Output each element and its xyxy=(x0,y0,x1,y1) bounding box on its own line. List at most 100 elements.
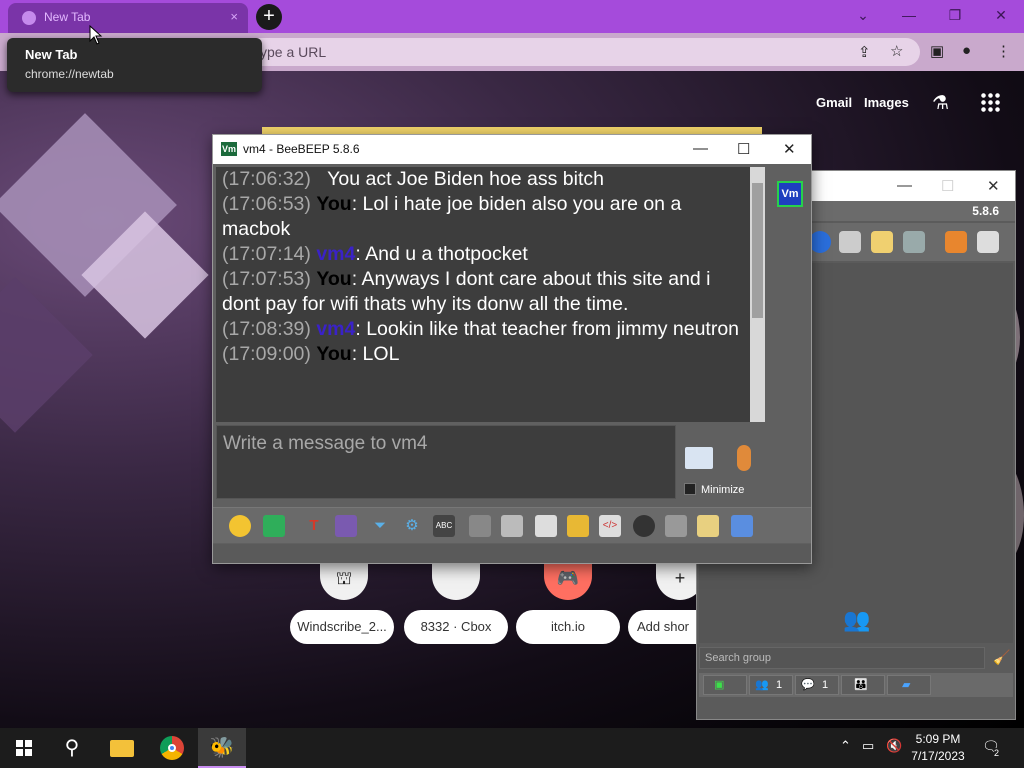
chat-titlebar: Vm vm4 - BeeBEEP 5.8.6 — ☐ ✕ xyxy=(213,135,811,164)
message-input-placeholder: Write a message to vm4 xyxy=(223,433,428,454)
gmail-link[interactable]: Gmail xyxy=(816,95,852,110)
chat-message: (17:09:00) You: LOL xyxy=(222,342,742,367)
minimize-checkbox[interactable] xyxy=(684,483,696,495)
spellcheck-abc-icon[interactable]: ABC xyxy=(433,515,455,537)
scrollbar-thumb[interactable] xyxy=(752,183,763,318)
chrome-taskbar-icon[interactable] xyxy=(148,728,196,768)
message-timestamp: (17:06:53) xyxy=(222,193,311,215)
chat-message: (17:07:14) vm4: And u a thotpocket xyxy=(222,242,742,267)
color-palette-icon[interactable] xyxy=(335,515,357,537)
close-icon[interactable]: ✕ xyxy=(987,177,1000,195)
apps-grid-icon[interactable] xyxy=(980,92,1000,112)
send-file-icon[interactable] xyxy=(535,515,557,537)
network-icon[interactable]: ▭ xyxy=(862,738,874,754)
tab-close-icon[interactable]: × xyxy=(230,9,238,24)
close-window-button[interactable]: ✕ xyxy=(978,0,1024,30)
member-avatar-vm4[interactable]: Vm xyxy=(777,181,803,207)
clear-search-icon[interactable]: 🧹 xyxy=(993,649,1010,666)
beebeep-chat-window: Vm vm4 - BeeBEEP 5.8.6 — ☐ ✕ (17:06:32) … xyxy=(212,134,812,564)
status-tab-groups[interactable]: 👪 xyxy=(841,675,885,695)
settings-gear-icon[interactable] xyxy=(903,231,925,253)
search-group-input[interactable]: Search group xyxy=(699,647,985,669)
message-text: : And u a thotpocket xyxy=(355,243,528,265)
beebeep-app-icon: Vm xyxy=(221,142,237,156)
start-button[interactable] xyxy=(0,728,48,768)
clock-time[interactable]: 5:09 PM xyxy=(908,732,968,746)
status-tab-chats[interactable]: 💬 1 xyxy=(795,675,839,695)
restore-window-button[interactable]: ❐ xyxy=(932,0,978,30)
word-completion-icon[interactable] xyxy=(469,515,491,537)
maximize-icon[interactable]: ☐ xyxy=(941,177,954,195)
beebeep-taskbar-icon[interactable]: 🐝 xyxy=(198,728,246,768)
add-shortcut-button[interactable]: Add shor xyxy=(628,610,698,644)
file-explorer-icon[interactable] xyxy=(98,728,146,768)
message-text: : LOL xyxy=(351,343,400,365)
search-group-placeholder: Search group xyxy=(705,652,772,664)
address-bar[interactable]: ype a URL ⇪ ☆ xyxy=(240,38,920,66)
volume-muted-icon[interactable]: 🔇 xyxy=(886,738,902,754)
search-taskbar-icon[interactable]: ⚲ xyxy=(48,728,96,768)
detach-window-icon[interactable] xyxy=(731,515,753,537)
new-tab-button[interactable]: + xyxy=(256,4,282,30)
chat-scrollbar[interactable] xyxy=(750,167,765,422)
printer-icon[interactable] xyxy=(665,515,687,537)
download-folder-icon[interactable] xyxy=(945,231,967,253)
save-chat-icon[interactable] xyxy=(263,515,285,537)
bookmark-star-icon[interactable]: ☆ xyxy=(890,42,903,60)
compose-icon[interactable] xyxy=(871,231,893,253)
screenshot-camera-icon[interactable] xyxy=(633,515,655,537)
clock-date[interactable]: 7/17/2023 xyxy=(908,749,968,763)
tab-search-button[interactable]: ⌄ xyxy=(840,0,886,30)
show-hidden-icons-chevron-icon[interactable]: ⌃ xyxy=(840,738,851,754)
chat-close-button[interactable]: ✕ xyxy=(783,140,796,158)
notes-icon[interactable] xyxy=(697,515,719,537)
chat-maximize-button[interactable]: ☐ xyxy=(737,140,750,158)
shortcut-windscribe[interactable]: Windscribe_2... xyxy=(290,610,394,644)
chat-statusbar xyxy=(213,544,811,563)
chats-icon: 💬 xyxy=(801,679,815,691)
emoticon-smiley-icon[interactable] xyxy=(229,515,251,537)
send-message-icon[interactable] xyxy=(685,447,713,469)
font-icon[interactable]: T xyxy=(303,515,325,537)
chat-message: (17:08:39) vm4: Lookin like that teacher… xyxy=(222,317,742,342)
minimize-window-button[interactable]: — xyxy=(886,0,932,30)
filter-funnel-icon[interactable]: ⏷ xyxy=(369,515,391,537)
images-link[interactable]: Images xyxy=(864,95,909,110)
side-panel-icon[interactable]: ▣ xyxy=(930,42,944,60)
status-globe-icon[interactable] xyxy=(809,231,831,253)
message-timestamp: (17:06:32) xyxy=(222,168,311,190)
notifications-count: 2 xyxy=(994,748,1000,758)
message-sender: You xyxy=(316,343,352,365)
status-tab-chat[interactable]: ▣ xyxy=(703,675,747,695)
chat-history[interactable]: (17:06:32) You act Joe Biden hoe ass bit… xyxy=(216,167,750,422)
profile-icon[interactable]: ● xyxy=(962,42,971,59)
trash-icon[interactable] xyxy=(977,231,999,253)
send-folder-icon[interactable] xyxy=(567,515,589,537)
menu-kebab-icon[interactable]: ⋮ xyxy=(996,42,1011,60)
labs-flask-icon[interactable]: ⚗ xyxy=(932,92,949,115)
message-text: : Lookin like that teacher from jimmy ne… xyxy=(355,318,740,340)
code-tag-icon[interactable]: </> xyxy=(599,515,621,537)
enter-send-icon[interactable] xyxy=(501,515,523,537)
address-bar-placeholder: ype a URL xyxy=(260,44,327,60)
tab-new-tab[interactable]: New Tab × xyxy=(8,3,248,33)
minimize-icon[interactable]: — xyxy=(897,177,912,194)
status-tab-users[interactable]: 👥 1 xyxy=(749,675,793,695)
share-icon[interactable]: ⇪ xyxy=(858,43,871,61)
voice-message-microphone-icon[interactable] xyxy=(737,445,751,471)
chat-minimize-button[interactable]: — xyxy=(693,140,708,157)
status-tab-files[interactable]: ▰ xyxy=(887,675,931,695)
chat-message-list: (17:06:32) You act Joe Biden hoe ass bit… xyxy=(222,167,742,367)
settings-gear-icon[interactable]: ⚙ xyxy=(401,515,423,537)
mailbox-icon[interactable] xyxy=(839,231,861,253)
windows-logo-icon xyxy=(16,740,32,756)
chrome-favicon-icon xyxy=(22,11,36,25)
hover-card-title: New Tab xyxy=(25,47,78,62)
shortcut-cbox[interactable]: 8332 · Cbox xyxy=(404,610,508,644)
message-sender: vm4 xyxy=(316,318,356,340)
message-input[interactable]: Write a message to vm4 xyxy=(216,425,676,499)
chrome-logo-center xyxy=(168,744,176,752)
shortcut-itchio[interactable]: itch.io xyxy=(516,610,620,644)
mouse-cursor-icon xyxy=(89,25,103,45)
chats-count: 1 xyxy=(822,679,829,691)
